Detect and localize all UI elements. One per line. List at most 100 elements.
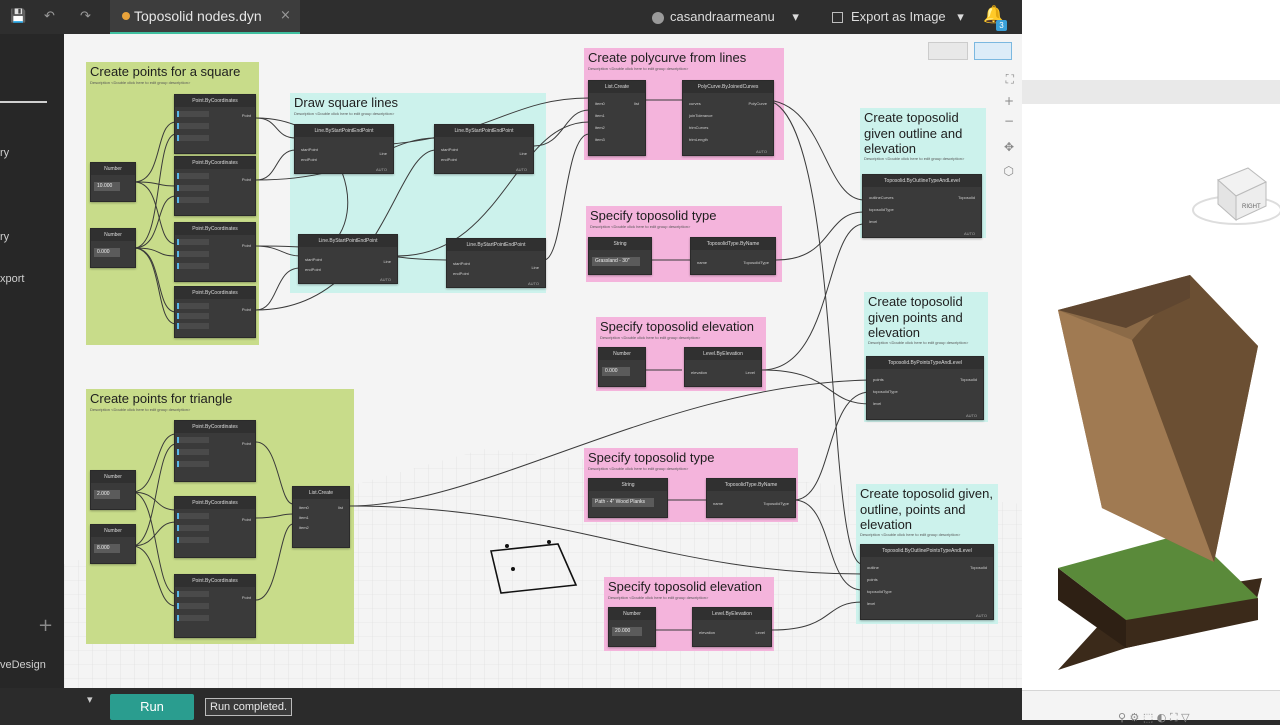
file-tab[interactable]: Toposolid nodes.dyn × [110,0,300,34]
line-node[interactable]: Line.ByStartPointEndPoint startPoint endP… [434,124,534,174]
number-node[interactable]: Number 8.000 [90,524,136,564]
3d-model-view: RIGHT [1058,167,1280,670]
group-description: Description <Double click here to edit g… [588,66,689,71]
chevron-down-icon: ▾ [792,10,799,25]
group-title: Specify toposolid elevation [608,579,762,594]
view-tools-icons[interactable]: ⚲ ⚙ ⬚ ◐ ⛶ ▽ [1118,711,1190,725]
group-description: Description <Double click here to edit g… [864,156,965,161]
group-title: Create polycurve from lines [588,50,747,65]
point-node[interactable]: Point.ByCoordinates Point [174,222,256,282]
group-title: Create toposolid given, outline, points … [860,486,993,533]
group-title: Draw square lines [294,95,399,110]
group-description: Description <Double click here to edit g… [600,335,701,340]
group-description: Description <Double click here to edit g… [860,532,961,537]
number-node[interactable]: Number 2.000 [90,470,136,510]
point-node[interactable]: Point.ByCoordinates Point [174,496,256,558]
user-menu[interactable]: casandraarmeanu ▾ [652,9,799,25]
polycurve-node[interactable]: PolyCurve.ByJoinedCurves curves joinToler… [682,80,774,156]
group-title: Specify toposolid type [590,208,717,223]
add-icon[interactable]: + [38,615,53,636]
group-description: Description <Double click here to edit g… [868,340,969,345]
sidebar-item-3[interactable]: xport [0,273,24,285]
point-node[interactable]: Point.ByCoordinates Point [174,156,256,216]
export-label: Export as Image [851,9,946,24]
point-node[interactable]: Point.ByCoordinates Point [174,94,256,154]
notification-badge: 3 [996,20,1007,31]
unsaved-dot [122,12,130,20]
level-node[interactable]: Level.ByElevation elevation Level [692,607,772,647]
sidebar-item-4[interactable]: veDesign [0,659,46,671]
viewport-header [1022,80,1280,104]
chevron-down-icon: ▾ [957,10,964,25]
point-node[interactable]: Point.ByCoordinates Point [174,574,256,638]
chevron-down-icon[interactable]: ▾ [87,693,93,706]
revit-3d-viewport[interactable]: RIGHT ⚲ ⚙ ⬚ ◐ ⛶ ▽ [1022,0,1280,724]
tab-title: Toposolid nodes.dyn [134,8,262,24]
number-value[interactable]: 10.000 [94,182,120,191]
person-icon [652,11,664,24]
group-description: Description <Double click here to edit g… [90,80,191,85]
run-button[interactable]: Run [110,694,194,720]
group-title: Specify toposolid type [588,450,715,465]
group-title: Create points for a square [90,64,241,79]
number-value[interactable]: 20.000 [612,627,642,636]
sidebar-item-1[interactable]: ry [0,147,9,159]
number-value[interactable]: 8.000 [94,544,120,553]
bottom-bar: ▾ Run Run completed. [0,688,1022,720]
sidebar-item-2[interactable]: ry [0,231,9,243]
line-node[interactable]: Line.ByStartPointEndPoint startPoint endP… [298,234,398,284]
group-title: Create points for triangle [90,391,233,406]
redo-icon[interactable]: ↷ [80,9,91,24]
number-node[interactable]: Number 0.000 [598,347,646,387]
number-value[interactable]: 0.000 [94,248,120,257]
view-toggle-active[interactable] [974,42,1012,60]
group-title: Specify toposolid elevation [600,319,754,334]
library-sidebar: ry ry xport + veDesign [0,34,64,688]
save-icon[interactable]: 💾 [10,9,26,24]
string-node[interactable]: String Grassland - 30" [588,237,652,275]
list-create-node[interactable]: List.Create item0 item1 item2 item3 list [588,80,646,156]
toposolid-outline-node[interactable]: Toposolid.ByOutlineTypeAndLevel outlineC… [862,174,982,238]
close-icon[interactable]: × [280,8,291,23]
string-value[interactable]: Grassland - 30" [592,257,640,266]
zoom-fit-icon[interactable]: ⛶ [1006,72,1014,87]
group-title: Create toposolid given outline and eleva… [864,110,963,157]
sidebar-divider [0,101,47,103]
line-node[interactable]: Line.ByStartPointEndPoint startPoint endP… [294,124,394,174]
number-node[interactable]: Number 10.000 [90,162,136,202]
view-toggle[interactable] [928,42,968,60]
toposolid-all-node[interactable]: Toposolid.ByOutlinePointsTypeAndLevel ou… [860,544,994,620]
orbit-icon[interactable]: ⬡ [1004,164,1014,178]
svg-text:RIGHT: RIGHT [1242,204,1261,210]
string-node[interactable]: String Path - 4" Wood Planks [588,478,668,518]
export-image-button[interactable]: Export as Image ▾ [832,9,964,25]
point-node[interactable]: Point.ByCoordinates Point [174,420,256,482]
number-node[interactable]: Number 20.000 [608,607,656,647]
group-description: Description <Double click here to edit g… [590,224,691,229]
type-by-name-node[interactable]: ToposolidType.ByName name ToposolidType [706,478,796,518]
point-node[interactable]: Point.ByCoordinates Point [174,286,256,338]
type-by-name-node[interactable]: ToposolidType.ByName name ToposolidType [690,237,776,275]
number-value[interactable]: 2.000 [94,490,120,499]
level-node[interactable]: Level.ByElevation elevation Level [684,347,762,387]
group-description: Description <Double click here to edit g… [90,407,191,412]
zoom-out-icon[interactable]: − [1004,114,1014,128]
list-create-node[interactable]: List.Create item0 item1 item2 list [292,486,350,548]
group-description: Description <Double click here to edit g… [588,466,689,471]
user-name: casandraarmeanu [670,9,775,24]
image-icon [832,12,843,24]
pan-icon[interactable]: ✥ [1004,140,1014,154]
top-bar: 💾 ↶ ↷ Toposolid nodes.dyn × casandraarme… [0,0,1022,34]
graph-canvas[interactable]: Create points for a square Description <… [64,34,1022,688]
toposolid-points-node[interactable]: Toposolid.ByPointsTypeAndLevel points top… [866,356,984,420]
group-title: Create toposolid given points and elevat… [868,294,963,341]
zoom-in-icon[interactable]: + [1004,94,1014,108]
number-node[interactable]: Number 0.000 [90,228,136,268]
run-status: Run completed. [205,698,293,716]
number-value[interactable]: 0.000 [602,367,630,376]
group-description: Description <Double click here to edit g… [294,111,395,116]
line-node[interactable]: Line.ByStartPointEndPoint startPoint endP… [446,238,546,288]
string-value[interactable]: Path - 4" Wood Planks [592,498,654,507]
viewport-toolbar: ⚲ ⚙ ⬚ ◐ ⛶ ▽ [1022,690,1280,724]
undo-icon[interactable]: ↶ [44,9,55,24]
